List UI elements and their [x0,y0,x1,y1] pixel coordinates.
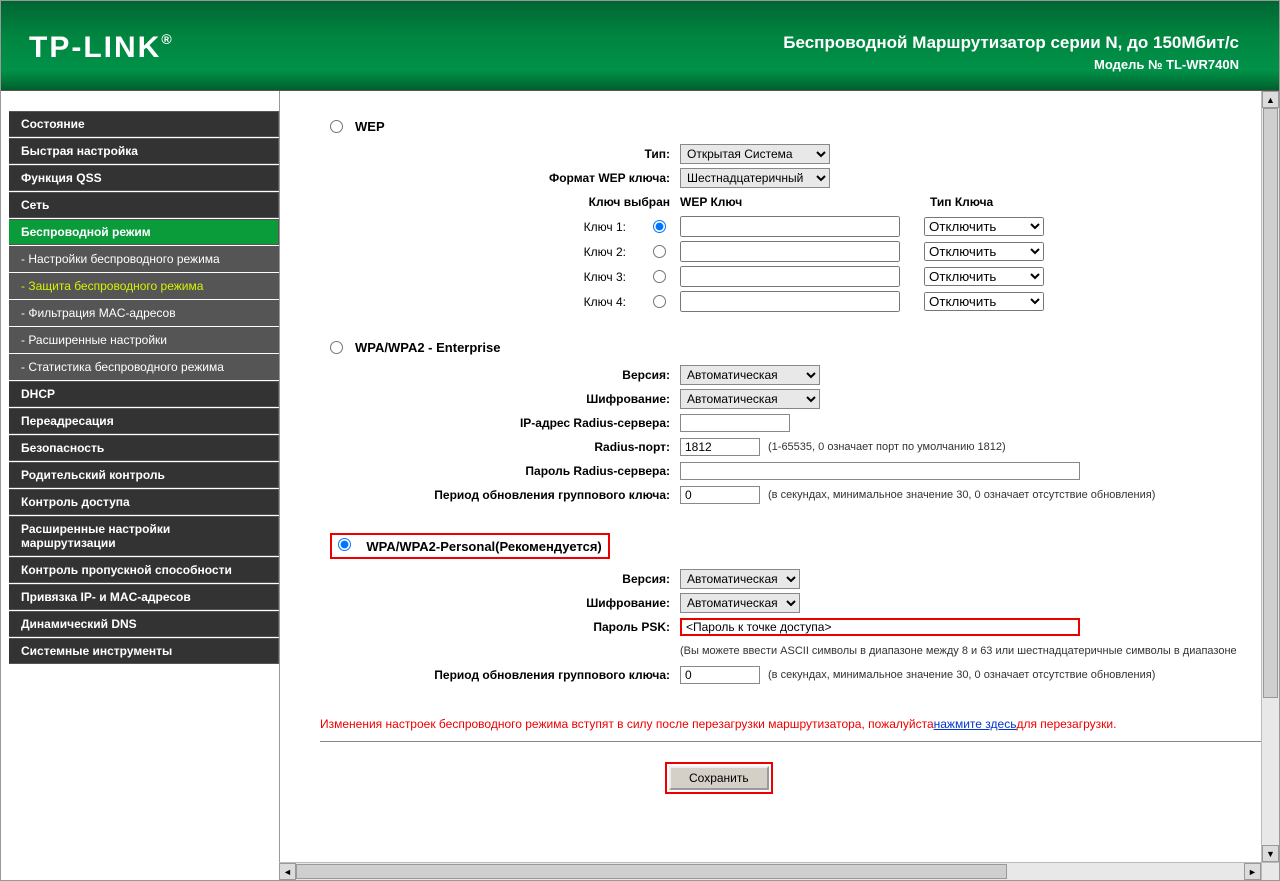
pers-version-select[interactable]: Автоматическая [680,569,800,589]
scroll-right-icon[interactable]: ► [1244,863,1261,880]
sidebar-item[interactable]: DHCP [9,381,279,407]
wep-keytype-select[interactable]: Отключить [924,292,1044,311]
wep-keytype-header: Тип Ключа [930,195,993,209]
wep-key-radio[interactable] [653,270,666,283]
sidebar-item[interactable]: Привязка IP- и MAC-адресов [9,584,279,610]
sidebar-item[interactable]: Быстрая настройка [9,138,279,164]
sidebar-item[interactable]: Функция QSS [9,165,279,191]
sidebar-item[interactable]: Расширенные настройки маршрутизации [9,516,279,556]
content-area: WEP Тип: Открытая Система Формат WEP клю… [279,91,1279,880]
sidebar-item[interactable]: Динамический DNS [9,611,279,637]
sidebar-item[interactable]: Сеть [9,192,279,218]
enterprise-section-label: WPA/WPA2 - Enterprise [355,340,500,355]
wep-key-input[interactable] [680,241,900,262]
wep-key-radio[interactable] [653,245,666,258]
sidebar-nav: СостояниеБыстрая настройкаФункция QSSСет… [1,91,279,880]
sidebar-item[interactable]: - Защита беспроводного режима [9,273,279,299]
scroll-corner [1261,862,1279,880]
scroll-left-icon[interactable]: ◄ [279,863,296,880]
pers-groupkey-input[interactable] [680,666,760,684]
ent-radius-pass-input[interactable] [680,462,1080,480]
v-scroll-thumb[interactable] [1263,108,1278,698]
sidebar-item[interactable]: Беспроводной режим [9,219,279,245]
pers-groupkey-label: Период обновления группового ключа: [400,668,680,682]
wep-key-radio[interactable] [653,295,666,308]
sidebar-item[interactable]: Родительский контроль [9,462,279,488]
scroll-down-icon[interactable]: ▼ [1262,845,1279,862]
reboot-notice: Изменения настроек беспроводного режима … [320,717,1279,731]
save-button[interactable]: Сохранить [669,766,769,790]
ent-radius-ip-input[interactable] [680,414,790,432]
product-title: Беспроводной Маршрутизатор серии N, до 1… [783,33,1239,53]
ent-encryption-select[interactable]: Автоматическая [680,389,820,409]
wep-key-header: WEP Ключ [680,195,930,209]
wep-key-label: Ключ 1: [400,220,636,234]
ent-radius-ip-label: IP-адрес Radius-сервера: [400,416,680,430]
wep-radio[interactable] [330,120,343,133]
sidebar-item[interactable]: Безопасность [9,435,279,461]
wep-format-select[interactable]: Шестнадцатеричный [680,168,830,188]
pers-psk-label: Пароль PSK: [400,620,680,634]
wep-key-input[interactable] [680,291,900,312]
pers-encryption-select[interactable]: Автоматическая [680,593,800,613]
pers-psk-hint: (Вы можете ввести ASCII символы в диапаз… [680,645,1237,657]
wep-key-input[interactable] [680,266,900,287]
sidebar-item[interactable]: - Статистика беспроводного режима [9,354,279,380]
wep-key-label: Ключ 4: [400,295,636,309]
ent-groupkey-input[interactable] [680,486,760,504]
ent-version-select[interactable]: Автоматическая [680,365,820,385]
sidebar-item[interactable]: Контроль пропускной способности [9,557,279,583]
pers-groupkey-hint: (в секундах, минимальное значение 30, 0 … [768,669,1155,681]
pers-psk-input[interactable] [680,618,1080,636]
model-number: Модель № TL-WR740N [783,57,1239,72]
pers-encryption-label: Шифрование: [400,596,680,610]
ent-radius-port-input[interactable] [680,438,760,456]
save-highlight-box: Сохранить [665,762,773,794]
wep-key-input[interactable] [680,216,900,237]
ent-radius-port-hint: (1-65535, 0 означает порт по умолчанию 1… [768,441,1006,453]
wep-key-label: Ключ 3: [400,270,636,284]
personal-radio[interactable] [338,538,351,551]
separator [320,741,1279,742]
wep-section-label: WEP [355,119,385,134]
ent-encryption-label: Шифрование: [400,392,680,406]
vertical-scrollbar[interactable]: ▲ ▼ [1261,91,1279,862]
wep-type-select[interactable]: Открытая Система [680,144,830,164]
ent-radius-pass-label: Пароль Radius-сервера: [400,464,680,478]
sidebar-item[interactable]: Контроль доступа [9,489,279,515]
ent-groupkey-hint: (в секундах, минимальное значение 30, 0 … [768,489,1155,501]
wep-selected-header: Ключ выбран [400,195,680,209]
wep-key-label: Ключ 2: [400,245,636,259]
wep-keytype-select[interactable]: Отключить [924,242,1044,261]
sidebar-item[interactable]: Системные инструменты [9,638,279,664]
wep-keytype-select[interactable]: Отключить [924,267,1044,286]
scroll-up-icon[interactable]: ▲ [1262,91,1279,108]
personal-highlight-box: WPA/WPA2-Personal(Рекомендуется) [330,533,610,559]
header-text: Беспроводной Маршрутизатор серии N, до 1… [783,33,1239,72]
sidebar-item[interactable]: - Фильтрация MAC-адресов [9,300,279,326]
sidebar-item[interactable]: - Настройки беспроводного режима [9,246,279,272]
horizontal-scrollbar[interactable]: ◄ ► [279,862,1261,880]
reboot-link[interactable]: нажмите здесь [934,717,1017,731]
ent-version-label: Версия: [400,368,680,382]
brand-logo: TP-LINK® [29,31,174,65]
sidebar-item[interactable]: Состояние [9,111,279,137]
wep-key-radio[interactable] [653,220,666,233]
wep-type-label: Тип: [400,147,680,161]
sidebar-item[interactable]: Переадресация [9,408,279,434]
ent-radius-port-label: Radius-порт: [400,440,680,454]
pers-version-label: Версия: [400,572,680,586]
wep-format-label: Формат WEP ключа: [400,171,680,185]
personal-section-label: WPA/WPA2-Personal(Рекомендуется) [366,539,601,554]
wep-keytype-select[interactable]: Отключить [924,217,1044,236]
sidebar-item[interactable]: - Расширенные настройки [9,327,279,353]
header: TP-LINK® Беспроводной Маршрутизатор сери… [1,1,1279,91]
enterprise-radio[interactable] [330,341,343,354]
ent-groupkey-label: Период обновления группового ключа: [400,488,680,502]
h-scroll-thumb[interactable] [296,864,1007,879]
